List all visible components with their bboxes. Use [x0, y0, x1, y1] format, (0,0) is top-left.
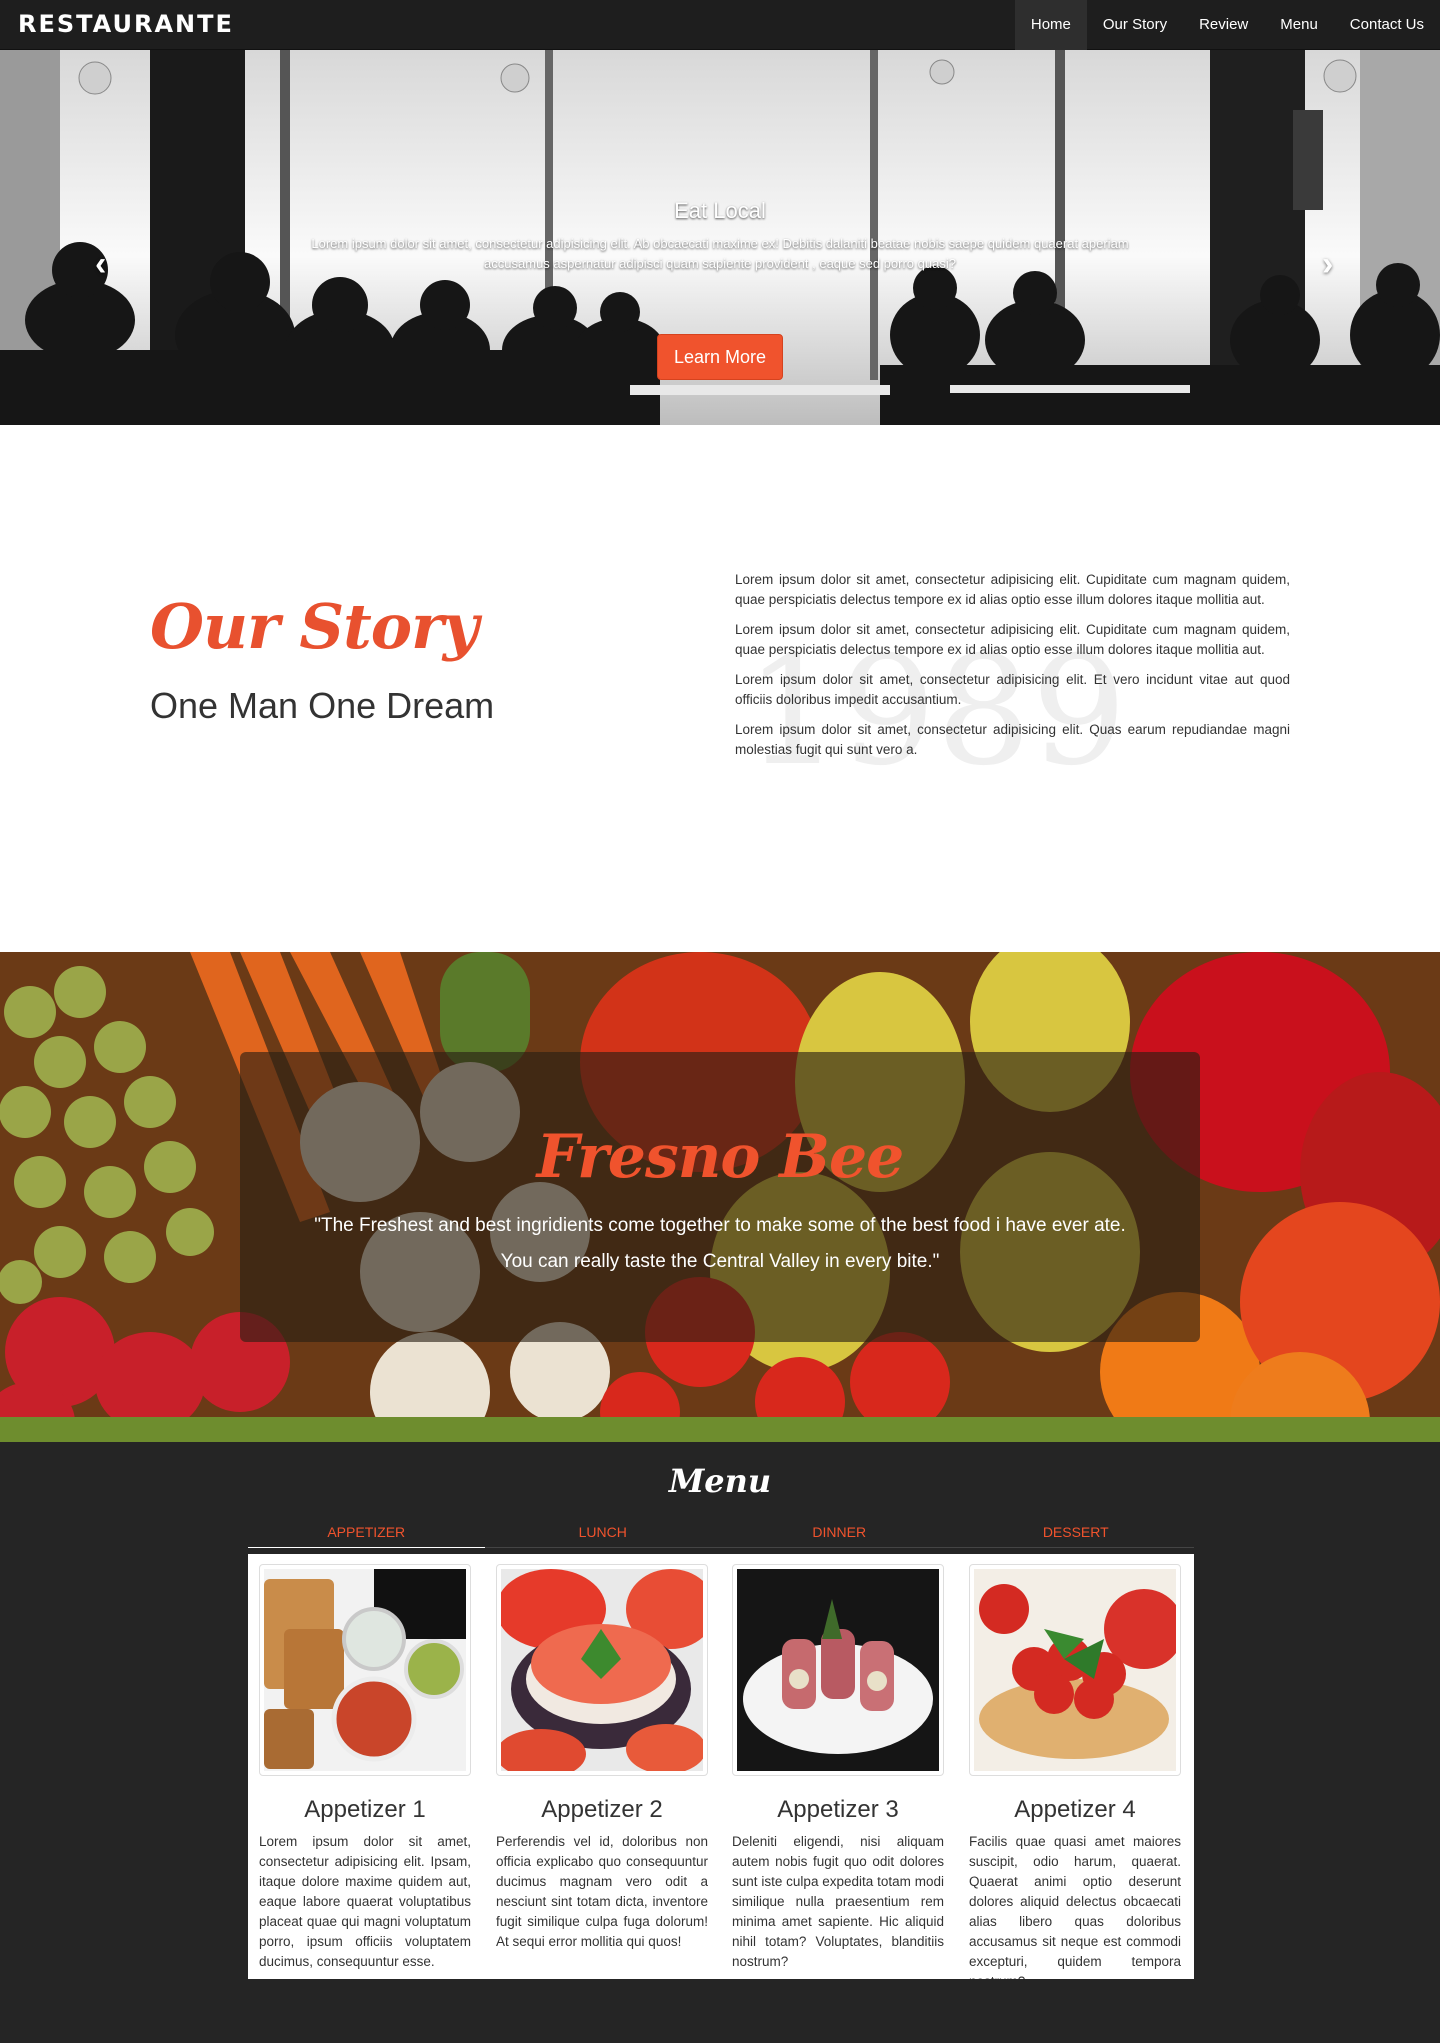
learn-more-button[interactable]: Learn More — [657, 334, 783, 380]
appetizer-4-photo — [974, 1569, 1176, 1771]
menu-item: Appetizer 4 Facilis quae quasi amet maio… — [969, 1564, 1181, 1979]
top-navbar: RESTAURANTE Home Our Story Review Menu C… — [0, 0, 1440, 50]
appetizer-2-photo — [501, 1569, 703, 1771]
tab-dinner[interactable]: DINNER — [721, 1514, 958, 1548]
our-story-section: Our Story One Man One Dream 1989 Lorem i… — [0, 425, 1440, 952]
tab-lunch[interactable]: LUNCH — [484, 1514, 721, 1548]
story-subtitle: One Man One Dream — [150, 685, 495, 726]
carousel-text: Lorem ipsum dolor sit amet, consectetur … — [311, 236, 1129, 271]
menu-item-desc: Lorem ipsum dolor sit amet, consectetur … — [259, 1834, 471, 1969]
menu-item: Appetizer 2 Perferendis vel id, doloribu… — [496, 1564, 708, 1952]
nav-review[interactable]: Review — [1183, 0, 1264, 50]
menu-item-image[interactable] — [969, 1564, 1181, 1776]
menu-tab-panel: Appetizer 1 Lorem ipsum dolor sit amet, … — [248, 1554, 1194, 1979]
menu-item-desc: Perferendis vel id, doloribus non offici… — [496, 1834, 708, 1949]
carousel-prev-icon[interactable]: ‹ — [95, 245, 106, 284]
tab-dessert[interactable]: DESSERT — [957, 1514, 1194, 1548]
menu-item: Appetizer 3 Deleniti eligendi, nisi aliq… — [732, 1564, 944, 1972]
menu-item-desc: Deleniti eligendi, nisi aliquam autem no… — [732, 1834, 944, 1969]
nav-links: Home Our Story Review Menu Contact Us — [1014, 0, 1440, 50]
carousel-title: Eat Local — [674, 198, 766, 223]
review-source-title: Fresno Bee — [536, 1122, 905, 1192]
menu-item-image[interactable] — [259, 1564, 471, 1776]
menu-heading: Menu — [668, 1462, 772, 1500]
appetizer-1-photo — [264, 1569, 466, 1771]
menu-section: Menu APPETIZER LUNCH DINNER DESSERT Appe… — [0, 1442, 1440, 2043]
menu-tabs: APPETIZER LUNCH DINNER DESSERT — [248, 1514, 1194, 1548]
menu-item-image[interactable] — [496, 1564, 708, 1776]
review-quote-text: "The Freshest and best ingridients come … — [314, 1215, 1126, 1272]
tab-appetizer[interactable]: APPETIZER — [248, 1514, 485, 1548]
story-paragraph: Lorem ipsum dolor sit amet, consectetur … — [735, 722, 1290, 757]
menu-item-title: Appetizer 1 — [304, 1796, 426, 1823]
nav-home[interactable]: Home — [1014, 0, 1087, 50]
carousel-caption: Eat Local Lorem ipsum dolor sit amet, co… — [300, 198, 1140, 274]
menu-item-desc: Facilis quae quasi amet maiores suscipit… — [969, 1834, 1181, 1979]
story-text: Lorem ipsum dolor sit amet, consectetur … — [735, 570, 1290, 770]
carousel-next-icon[interactable]: › — [1322, 245, 1333, 284]
review-section: Fresno Bee "The Freshest and best ingrid… — [0, 952, 1440, 1442]
menu-item-title: Appetizer 4 — [1014, 1796, 1136, 1823]
story-paragraph: Lorem ipsum dolor sit amet, consectetur … — [735, 572, 1290, 607]
menu-item: Appetizer 1 Lorem ipsum dolor sit amet, … — [259, 1564, 471, 1972]
review-quote-box: Fresno Bee "The Freshest and best ingrid… — [240, 1052, 1200, 1342]
appetizer-3-photo — [737, 1569, 939, 1771]
story-paragraph: Lorem ipsum dolor sit amet, consectetur … — [735, 622, 1290, 657]
nav-contact-us[interactable]: Contact Us — [1334, 0, 1440, 50]
hero-carousel: ‹ › Eat Local Lorem ipsum dolor sit amet… — [0, 50, 1440, 425]
nav-menu[interactable]: Menu — [1264, 0, 1334, 50]
our-story-heading: Our Story — [150, 590, 479, 663]
menu-item-image[interactable] — [732, 1564, 944, 1776]
nav-our-story[interactable]: Our Story — [1087, 0, 1183, 50]
menu-item-title: Appetizer 2 — [541, 1796, 663, 1823]
menu-item-title: Appetizer 3 — [777, 1796, 899, 1823]
brand-logo[interactable]: RESTAURANTE — [18, 10, 234, 38]
story-paragraph: Lorem ipsum dolor sit amet, consectetur … — [735, 672, 1290, 707]
